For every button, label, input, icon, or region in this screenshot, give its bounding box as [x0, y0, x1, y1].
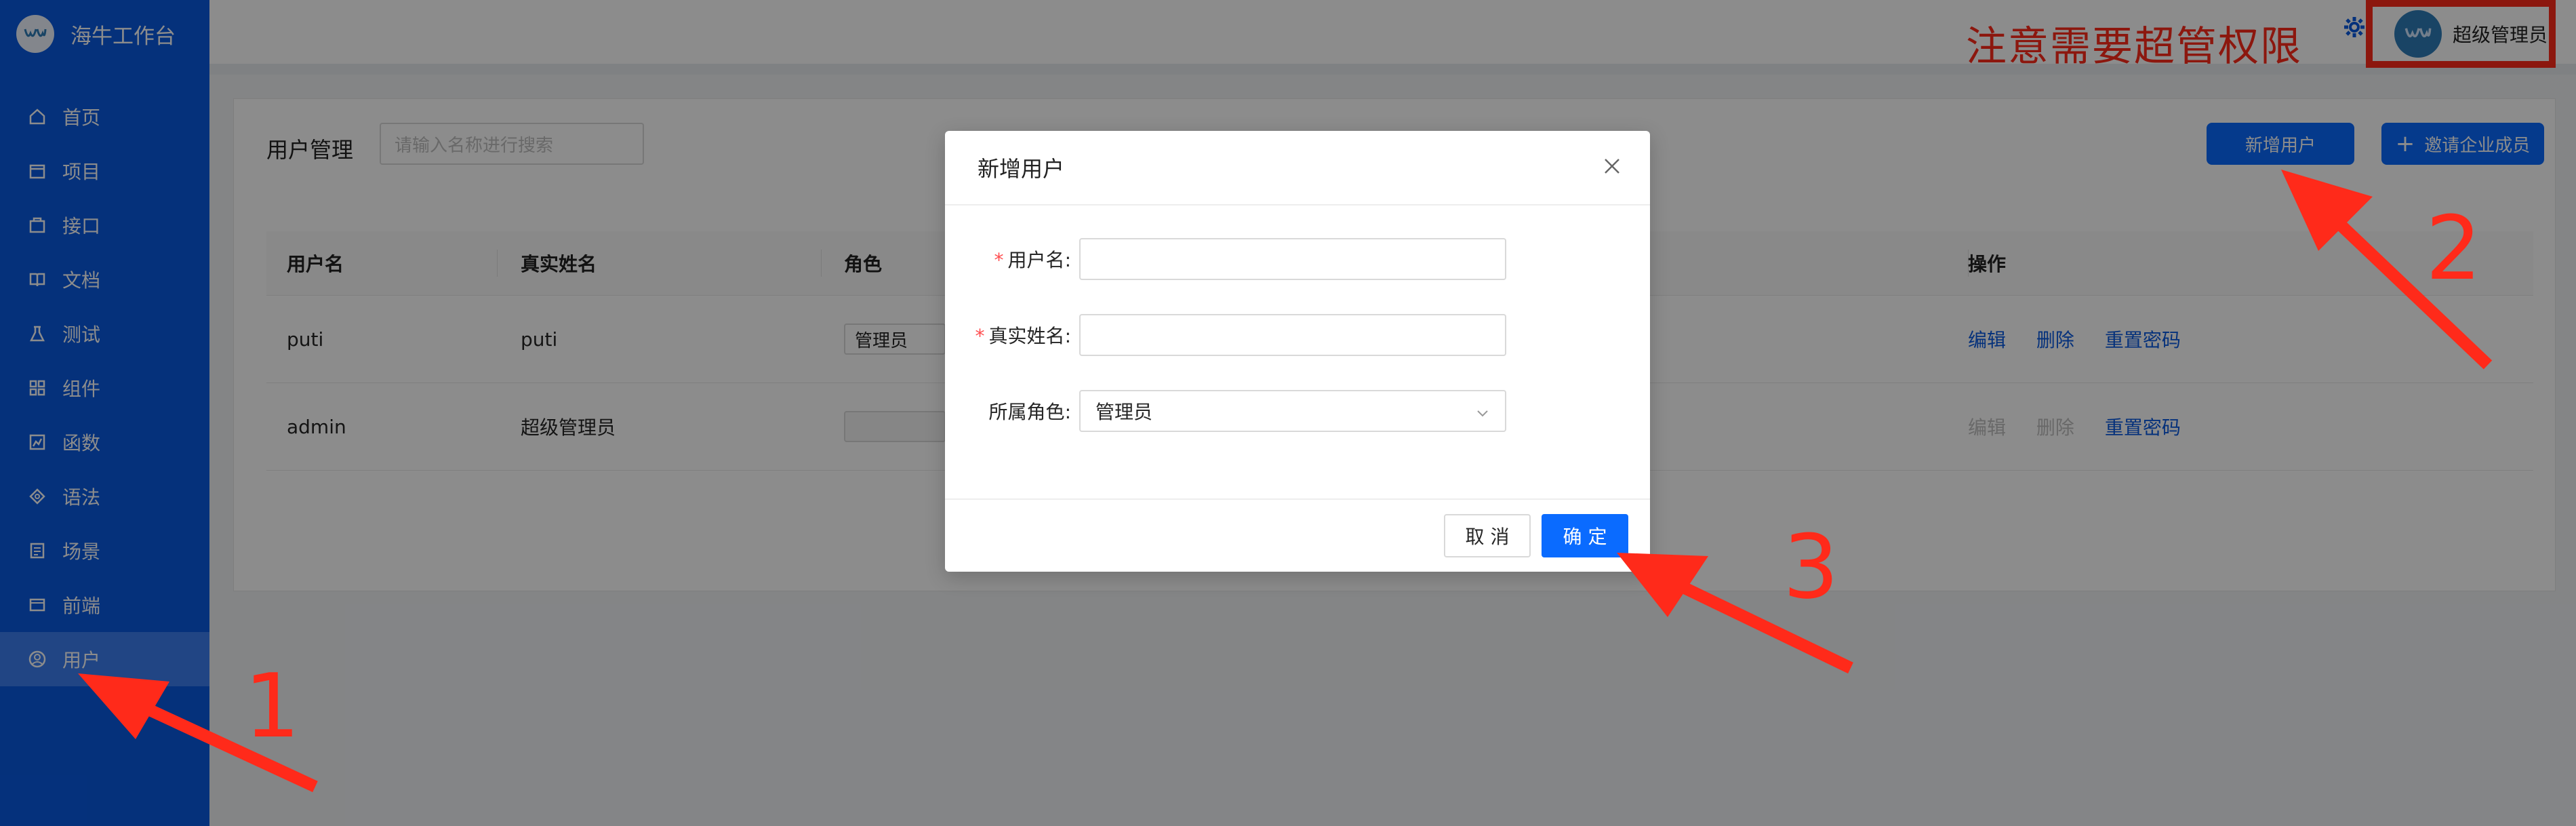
- role-label: 所属角色:: [988, 401, 1071, 423]
- dialog-title: 新增用户: [978, 156, 1065, 182]
- step-number-2: 2: [2426, 197, 2482, 300]
- add-user-dialog: 新增用户 * 用户名: * 真实姓名: 所属角色: 管理员 取 消 确 定: [945, 131, 1650, 572]
- cancel-button[interactable]: 取 消: [1444, 514, 1531, 557]
- step-number-1: 1: [244, 654, 300, 758]
- username-label-text: 用户名: [1007, 249, 1065, 271]
- form-row-role: 所属角色: 管理员: [945, 390, 1506, 432]
- step-number-3: 3: [1783, 515, 1839, 618]
- role-label-text: 所属角色: [988, 401, 1065, 423]
- confirm-button[interactable]: 确 定: [1542, 514, 1628, 557]
- username-input[interactable]: [1079, 238, 1506, 280]
- username-label: * 用户名:: [994, 249, 1071, 271]
- dialog-footer-divider: [945, 498, 1650, 500]
- role-select-value: 管理员: [1095, 401, 1153, 423]
- dialog-header: 新增用户: [945, 131, 1650, 205]
- chevron-down-icon: [1475, 404, 1490, 426]
- realname-label: * 真实姓名:: [975, 325, 1071, 347]
- form-row-realname: * 真实姓名:: [945, 314, 1506, 356]
- required-mark: *: [994, 249, 1004, 271]
- close-icon[interactable]: [1598, 153, 1626, 180]
- form-row-username: * 用户名:: [945, 238, 1506, 280]
- realname-label-text: 真实姓名: [988, 325, 1065, 347]
- realname-input[interactable]: [1079, 314, 1506, 356]
- role-select[interactable]: 管理员: [1079, 390, 1506, 432]
- required-mark: *: [975, 325, 985, 347]
